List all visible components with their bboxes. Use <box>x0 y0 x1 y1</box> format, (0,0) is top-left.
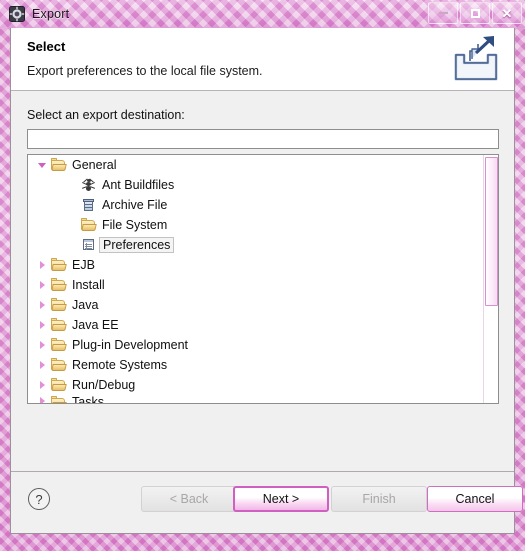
maximize-icon[interactable] <box>460 2 490 24</box>
tree-item-label: Ant Buildfiles <box>102 178 175 192</box>
folder-icon <box>50 395 68 403</box>
folder-icon <box>50 277 68 293</box>
archive-icon <box>80 197 98 213</box>
tree-item-label: Java <box>72 298 99 312</box>
dialog-button-bar: ? < Back Next > Finish Cancel <box>11 471 523 533</box>
tree-item-label: EJB <box>72 258 95 272</box>
export-destination-tree[interactable]: General Ant Buildfiles Archive File File Sy… <box>27 154 499 404</box>
tree-item-label: Remote Systems <box>72 358 168 372</box>
export-destination-filter-input[interactable] <box>27 129 499 149</box>
tree-item-label: Install <box>72 278 105 292</box>
tree-rows: General Ant Buildfiles Archive File File Sy… <box>28 155 484 404</box>
tree-item-ant-buildfiles[interactable]: Ant Buildfiles <box>28 175 484 195</box>
back-button: < Back <box>141 486 237 512</box>
tree-item-remote-systems[interactable]: Remote Systems <box>28 355 484 375</box>
tree-item-install[interactable]: Install <box>28 275 484 295</box>
expand-arrow-icon[interactable] <box>34 255 50 275</box>
cancel-button[interactable]: Cancel <box>427 486 523 512</box>
tree-item-label: Preferences <box>99 237 175 253</box>
tree-item-ejb[interactable]: EJB <box>28 255 484 275</box>
tree-item-label: General <box>72 158 117 172</box>
minimize-icon[interactable] <box>428 2 458 24</box>
collapse-arrow-icon[interactable] <box>34 155 50 175</box>
help-icon[interactable]: ? <box>28 488 50 510</box>
folder-icon <box>50 297 68 313</box>
folder-icon <box>50 337 68 353</box>
finish-button: Finish <box>331 486 427 512</box>
page-description: Export preferences to the local file sys… <box>27 64 263 78</box>
tree-item-label: Archive File <box>102 198 168 212</box>
close-icon[interactable]: ✕ <box>492 2 522 24</box>
folder-icon <box>50 317 68 333</box>
tree-item-preferences[interactable]: Preferences <box>28 235 484 255</box>
tree-item-java[interactable]: Java <box>28 295 484 315</box>
tree-item-archive-file[interactable]: Archive File <box>28 195 484 215</box>
tree-item-label: Tasks <box>72 395 104 404</box>
page-title: Select <box>27 39 66 54</box>
tree-item-tasks[interactable]: Tasks <box>28 395 484 404</box>
tree-item-label: Plug-in Development <box>72 338 189 352</box>
dialog-client-area: Select Export preferences to the local f… <box>10 28 523 534</box>
tree-item-label: File System <box>102 218 168 232</box>
expand-arrow-icon[interactable] <box>34 315 50 335</box>
tree-item-run-debug[interactable]: Run/Debug <box>28 375 484 395</box>
tree-item-java-ee[interactable]: Java EE <box>28 315 484 335</box>
ant-icon <box>80 177 98 193</box>
expand-arrow-icon[interactable] <box>34 375 50 395</box>
export-dialog-window: Export ✕ Select Export preferences to th… <box>0 0 525 551</box>
expand-arrow-icon[interactable] <box>34 355 50 375</box>
expand-arrow-icon[interactable] <box>34 395 50 403</box>
expand-arrow-icon[interactable] <box>34 295 50 315</box>
dialog-body: Select an export destination: General Ant… <box>11 91 514 471</box>
export-wizard-icon <box>450 35 502 85</box>
tree-item-label: Run/Debug <box>72 378 136 392</box>
tree-item-plug-in-development[interactable]: Plug-in Development <box>28 335 484 355</box>
scrollbar-thumb[interactable] <box>485 157 498 306</box>
folder-icon <box>50 257 68 273</box>
folder-icon <box>50 157 68 173</box>
preferences-icon <box>80 237 98 253</box>
expand-arrow-icon[interactable] <box>34 335 50 355</box>
folder-icon <box>50 377 68 393</box>
tree-item-file-system[interactable]: File System <box>28 215 484 235</box>
wizard-banner: Select Export preferences to the local f… <box>11 28 514 91</box>
folder-icon <box>80 217 98 233</box>
destination-label: Select an export destination: <box>27 108 185 122</box>
tree-vertical-scrollbar[interactable] <box>483 155 498 403</box>
expand-arrow-icon[interactable] <box>34 275 50 295</box>
tree-item-label: Java EE <box>72 318 119 332</box>
window-controls: ✕ <box>428 2 522 24</box>
title-bar[interactable]: Export ✕ <box>0 0 525 28</box>
eclipse-icon <box>9 6 25 22</box>
tree-item-general[interactable]: General <box>28 155 484 175</box>
next-button[interactable]: Next > <box>233 486 329 512</box>
window-title: Export <box>32 7 70 21</box>
folder-icon <box>50 357 68 373</box>
